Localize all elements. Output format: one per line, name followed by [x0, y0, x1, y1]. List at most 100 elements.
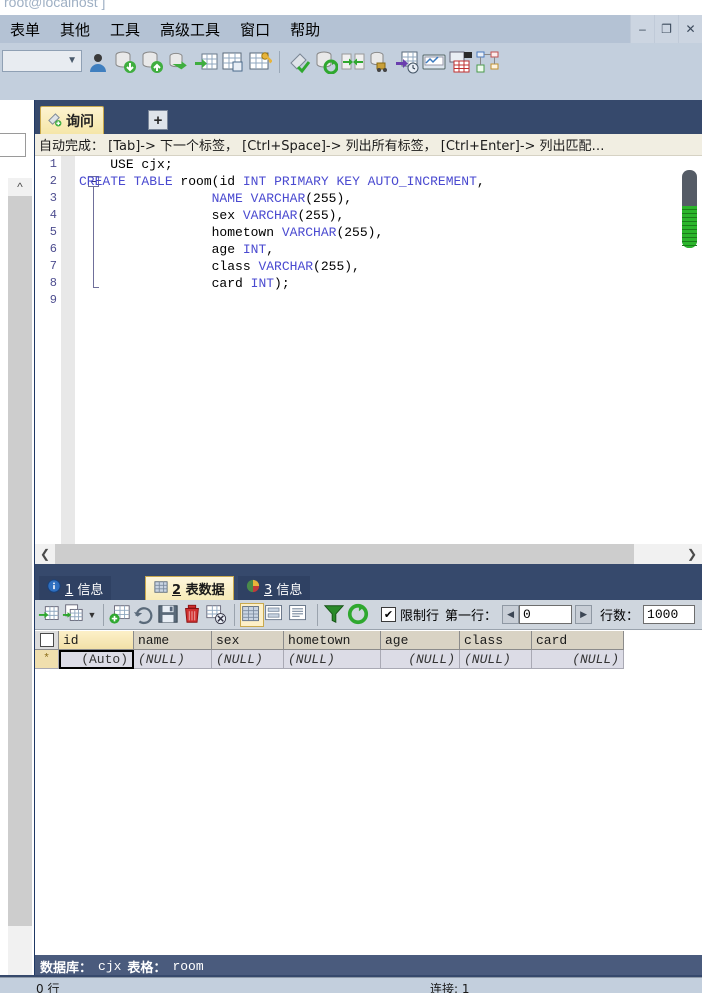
- line-number: 6: [49, 242, 57, 256]
- editor-horizontal-scrollbar[interactable]: ❮ ❯: [35, 544, 702, 564]
- code-line[interactable]: age INT,: [79, 241, 677, 258]
- column-header-class[interactable]: class: [460, 631, 532, 650]
- database-name: cjx: [98, 958, 122, 974]
- refresh-icon[interactable]: [347, 603, 371, 627]
- tab-info-3[interactable]: 3 信息: [238, 576, 311, 600]
- insert-row-icon[interactable]: [38, 603, 62, 627]
- sql-code-editor[interactable]: 1 2 3 4 5 6 7 8 9 USE cjx; CREATE TABLE room(id I…: [35, 156, 677, 544]
- line-number: 5: [49, 225, 57, 239]
- code-line[interactable]: NAME VARCHAR(255),: [79, 190, 677, 207]
- sql-code-lines[interactable]: USE cjx; CREATE TABLE room(id INT PRIMARY…: [79, 156, 677, 309]
- code-line[interactable]: [79, 292, 677, 309]
- tab-info-1[interactable]: 1 信息: [39, 576, 112, 600]
- table-key-icon[interactable]: [248, 50, 273, 74]
- column-header-age[interactable]: age: [381, 631, 460, 650]
- table-grid-icon[interactable]: [221, 50, 245, 74]
- menu-window[interactable]: 窗口: [230, 17, 280, 42]
- column-header-name[interactable]: name: [134, 631, 212, 650]
- row-marker[interactable]: *: [35, 650, 59, 669]
- limit-rows-checkbox[interactable]: ✔: [381, 607, 396, 622]
- save-icon[interactable]: [157, 603, 181, 627]
- form-view-icon[interactable]: [264, 603, 288, 627]
- menu-other[interactable]: 其他: [50, 17, 100, 42]
- cell-card[interactable]: (NULL): [532, 650, 624, 669]
- compare-icon[interactable]: [341, 50, 365, 74]
- column-header-hometown[interactable]: hometown: [284, 631, 381, 650]
- column-header-id[interactable]: id: [59, 631, 134, 650]
- next-page-icon[interactable]: ▶: [575, 605, 593, 624]
- code-fold-column[interactable]: [61, 156, 99, 544]
- cell-hometown[interactable]: (NULL): [284, 650, 381, 669]
- editor-tab-strip: 询问 +: [35, 100, 702, 134]
- user-icon[interactable]: [86, 50, 110, 74]
- menu-form[interactable]: 表单: [0, 17, 50, 42]
- menu-help[interactable]: 帮助: [280, 17, 330, 42]
- scroll-left-icon[interactable]: ❮: [35, 544, 55, 564]
- scrollbar-thumb[interactable]: [55, 544, 634, 564]
- code-line[interactable]: USE cjx;: [79, 156, 677, 173]
- panel-splitter[interactable]: [35, 564, 702, 574]
- menu-bar: 表单 其他 工具 高级工具 窗口 帮助: [0, 15, 702, 43]
- cell-id[interactable]: (Auto): [59, 650, 134, 669]
- dropdown-arrow-icon[interactable]: ▼: [86, 610, 98, 620]
- editor-vertical-scrollbar[interactable]: [677, 156, 702, 544]
- add-record-icon[interactable]: [109, 603, 133, 627]
- restore-button[interactable]: ❐: [654, 15, 678, 43]
- left-panel: ^ ˅: [0, 15, 35, 992]
- minimize-button[interactable]: –: [630, 15, 654, 43]
- text-view-icon[interactable]: [288, 603, 312, 627]
- code-line[interactable]: CREATE TABLE room(id INT PRIMARY KEY AUT…: [79, 173, 677, 190]
- database-import-icon[interactable]: [113, 50, 137, 74]
- select-all-checkbox[interactable]: [35, 631, 59, 650]
- tab-query[interactable]: 询问: [40, 106, 104, 134]
- cancel-icon[interactable]: [205, 603, 229, 627]
- first-row-input[interactable]: [519, 605, 573, 624]
- revert-icon[interactable]: [133, 603, 157, 627]
- filter-icon[interactable]: [323, 603, 347, 627]
- duplicate-row-icon[interactable]: [62, 603, 86, 627]
- table-import-icon[interactable]: [194, 50, 218, 74]
- cell-class[interactable]: (NULL): [460, 650, 532, 669]
- monitor-icon[interactable]: [422, 50, 446, 74]
- code-line[interactable]: hometown VARCHAR(255),: [79, 224, 677, 241]
- title-bar: root@localhost ]: [0, 0, 702, 15]
- schedule-import-icon[interactable]: [395, 50, 419, 74]
- paint-check-icon[interactable]: [287, 50, 311, 74]
- data-transfer-icon[interactable]: [167, 50, 191, 74]
- connection-combo[interactable]: ▼: [2, 50, 82, 72]
- data-truck-icon[interactable]: [368, 50, 392, 74]
- left-panel-scrollbar[interactable]: ^ ˅: [8, 178, 32, 992]
- table-report-icon[interactable]: [449, 50, 473, 74]
- grid-view-icon[interactable]: [240, 602, 264, 627]
- cell-name[interactable]: (NULL): [134, 650, 212, 669]
- query-icon: [47, 112, 62, 130]
- scroll-up-icon[interactable]: ^: [8, 178, 32, 196]
- diagram-icon[interactable]: [476, 50, 500, 74]
- tab-table-data[interactable]: 2 表数据: [145, 576, 234, 600]
- column-header-sex[interactable]: sex: [212, 631, 284, 650]
- scrollbar-thumb[interactable]: [8, 196, 32, 926]
- main-toolbar: ▼: [0, 43, 702, 100]
- code-line[interactable]: class VARCHAR(255),: [79, 258, 677, 275]
- cell-sex[interactable]: (NULL): [212, 650, 284, 669]
- close-button[interactable]: ✕: [678, 15, 702, 43]
- delete-icon[interactable]: [181, 603, 205, 627]
- chart-info-icon: [246, 579, 260, 597]
- new-tab-button[interactable]: +: [148, 110, 168, 130]
- database-refresh-icon[interactable]: [314, 50, 339, 75]
- menu-tools[interactable]: 工具: [100, 17, 150, 42]
- row-count-input[interactable]: [643, 605, 696, 624]
- code-line[interactable]: sex VARCHAR(255),: [79, 207, 677, 224]
- prev-page-icon[interactable]: ◀: [502, 605, 520, 624]
- toolbar-separator: [317, 603, 318, 626]
- database-export-icon[interactable]: [140, 50, 164, 74]
- left-panel-field[interactable]: [0, 133, 26, 157]
- scroll-right-icon[interactable]: ❯: [682, 544, 702, 564]
- cell-age[interactable]: (NULL): [381, 650, 460, 669]
- code-line[interactable]: card INT);: [79, 275, 677, 292]
- table-row[interactable]: * (Auto) (NULL) (NULL) (NULL) (NULL) (NULL) (N…: [35, 650, 702, 669]
- column-header-card[interactable]: card: [532, 631, 624, 650]
- menu-advanced-tools[interactable]: 高级工具: [150, 17, 230, 42]
- data-grid[interactable]: id name sex hometown age class card * (Auto) (N…: [35, 631, 702, 955]
- toolbar-icons: [86, 48, 500, 76]
